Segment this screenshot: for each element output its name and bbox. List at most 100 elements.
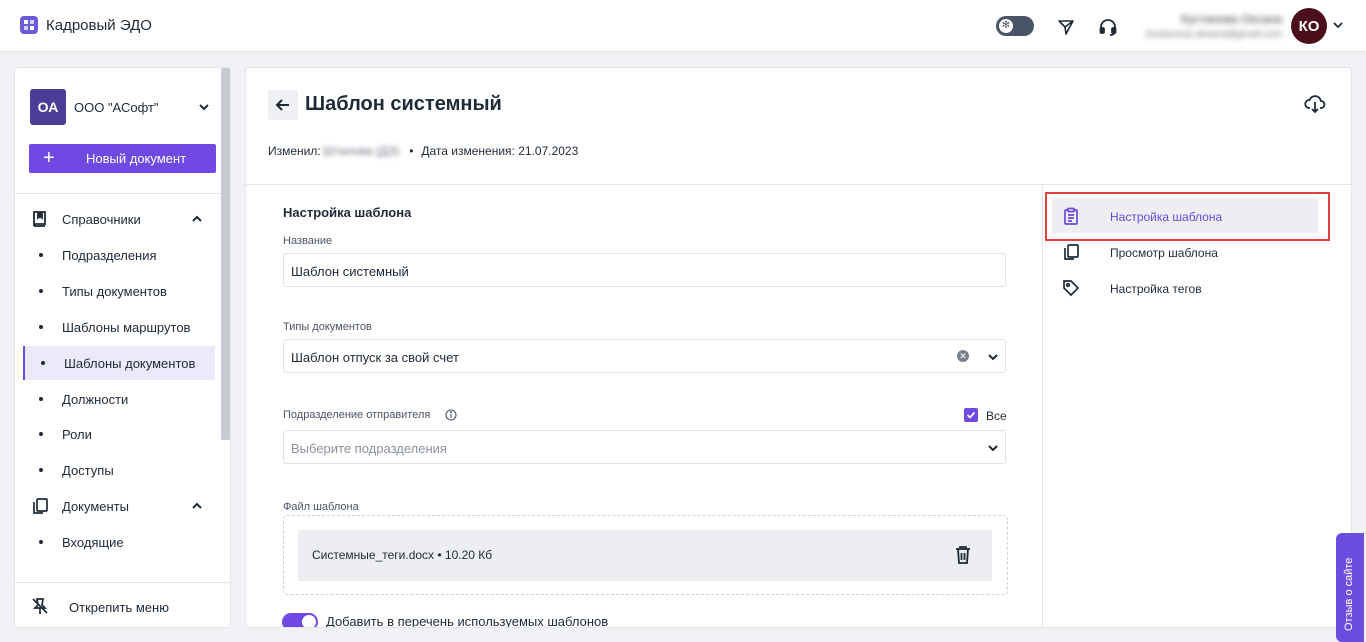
sender-dept-select[interactable]: Выберите подразделения	[283, 430, 1006, 464]
unpin-icon	[32, 598, 48, 614]
main-panel: Шаблон системный Изменил: Шталова (ДЗ) •…	[245, 67, 1352, 628]
sidebar-item-label: Должности	[62, 392, 129, 407]
documents-icon	[1064, 244, 1079, 260]
avatar[interactable]: КО	[1291, 8, 1327, 44]
user-email: kustanova.oksana@gmail.com	[1146, 29, 1283, 40]
feedback-button[interactable]: Отзыв о сайте	[1336, 533, 1364, 642]
top-bar: Кадровый ЭДО ✻ Кустанова Оксана kustanov…	[0, 0, 1366, 52]
sidebar-item-label: Доступы	[62, 463, 114, 478]
bullet	[39, 540, 43, 544]
add-to-list-toggle[interactable]	[282, 613, 318, 627]
all-checkbox[interactable]	[964, 408, 978, 422]
app-logo-icon	[20, 16, 38, 34]
changed-by-label: Изменил:	[268, 144, 321, 158]
sidebar-item-label: Подразделения	[62, 248, 157, 263]
send-icon[interactable]	[1055, 16, 1077, 38]
headset-icon[interactable]	[1097, 16, 1119, 38]
org-switcher[interactable]: ОА ООО "АСофт"	[30, 89, 194, 125]
add-to-list-label: Добавить в перечень используемых шаблоно…	[326, 614, 609, 628]
sidebar: ОА ООО "АСофт" + Новый документ Справочн…	[14, 67, 231, 628]
sidebar-item-label: Типы документов	[62, 284, 167, 299]
chevron-down-icon[interactable]	[198, 101, 210, 113]
sidebar-item-label: Шаблоны документов	[64, 356, 196, 371]
tag-icon	[1063, 280, 1080, 297]
name-label: Название	[283, 235, 333, 247]
nav-group-reference[interactable]: Справочники	[15, 202, 230, 236]
sidebar-item-route-templates[interactable]: Шаблоны маршрутов	[23, 310, 215, 344]
changed-by-value: Шталова (ДЗ)	[322, 144, 400, 158]
name-value: Шаблон системный	[291, 264, 409, 279]
nav-group-label: Документы	[62, 499, 130, 514]
page-title: Шаблон системный	[305, 93, 502, 115]
feedback-label: Отзыв о сайте	[1343, 557, 1355, 631]
bullet	[41, 361, 45, 365]
tab-tag-settings[interactable]: Настройка тегов	[1052, 271, 1318, 305]
sidebar-item-roles[interactable]: Роли	[23, 417, 215, 451]
chevron-up-icon	[192, 215, 202, 222]
file-label: Файл шаблона	[283, 501, 359, 513]
sidebar-item-label: Шаблоны маршрутов	[62, 320, 191, 335]
doc-types-value: Шаблон отпуск за свой счет	[291, 350, 459, 365]
plus-icon: +	[43, 147, 55, 169]
nav-group-label: Справочники	[62, 212, 141, 227]
snowflake-icon: ✻	[999, 19, 1013, 33]
meta-separator: •	[409, 144, 414, 158]
sidebar-item-label: Входящие	[62, 535, 124, 550]
page-meta: Изменил: Шталова (ДЗ) • Дата изменения: …	[268, 144, 578, 158]
tab-label: Просмотр шаблона	[1110, 246, 1218, 260]
sidebar-item-label: Роли	[62, 427, 92, 442]
book-icon	[33, 211, 46, 227]
chevron-down-icon[interactable]	[987, 442, 999, 454]
org-name: ООО "АСофт"	[74, 99, 159, 115]
bullet	[39, 289, 43, 293]
nav-group-documents[interactable]: Документы	[15, 489, 230, 523]
sender-dept-placeholder: Выберите подразделения	[291, 441, 447, 456]
theme-toggle[interactable]: ✻	[996, 16, 1034, 36]
chevron-down-icon[interactable]	[987, 351, 999, 363]
file-dropzone[interactable]: Системные_теги.docx • 10.20 Кб	[283, 515, 1008, 595]
cloud-download-icon[interactable]	[1304, 93, 1326, 115]
user-name[interactable]: Кустанова Оксана	[1150, 12, 1282, 26]
info-icon[interactable]	[445, 409, 457, 421]
section-title: Настройка шаблона	[283, 205, 412, 220]
org-badge: ОА	[30, 89, 66, 125]
bullet	[39, 253, 43, 257]
app-title: Кадровый ЭДО	[46, 16, 152, 34]
brand[interactable]: Кадровый ЭДО	[20, 16, 152, 34]
file-card: Системные_теги.docx • 10.20 Кб	[298, 530, 992, 581]
bullet	[39, 468, 43, 472]
bullet	[39, 397, 43, 401]
chevron-down-icon[interactable]	[1331, 18, 1345, 32]
doc-types-select[interactable]: Шаблон отпуск за свой счет ✕	[283, 339, 1006, 373]
arrow-left-icon	[275, 99, 289, 111]
back-button[interactable]	[268, 90, 298, 120]
highlight-box	[1045, 192, 1330, 241]
divider	[15, 193, 230, 194]
chevron-up-icon	[192, 502, 202, 509]
change-date: Дата изменения: 21.07.2023	[421, 144, 579, 158]
file-name[interactable]: Системные_теги.docx • 10.20 Кб	[312, 548, 492, 562]
divider	[1042, 185, 1043, 627]
sidebar-item-access[interactable]: Доступы	[23, 453, 215, 487]
name-field[interactable]: Шаблон системный	[283, 253, 1006, 287]
trash-icon[interactable]	[954, 545, 972, 565]
new-document-label: Новый документ	[86, 151, 187, 166]
bullet	[39, 432, 43, 436]
bullet	[39, 325, 43, 329]
unpin-menu-button[interactable]: Открепить меню	[15, 582, 230, 627]
new-document-button[interactable]: + Новый документ	[29, 144, 216, 173]
sender-dept-label: Подразделение отправителя	[283, 409, 431, 421]
documents-icon	[33, 498, 48, 514]
sidebar-item-document-templates[interactable]: Шаблоны документов	[23, 346, 215, 380]
divider	[246, 184, 1351, 185]
check-icon	[966, 411, 976, 419]
clear-icon[interactable]: ✕	[957, 350, 969, 362]
sidebar-item-departments[interactable]: Подразделения	[23, 238, 215, 272]
sidebar-scrollbar[interactable]	[221, 68, 230, 440]
all-checkbox-label: Все	[986, 409, 1007, 423]
sidebar-item-positions[interactable]: Должности	[23, 382, 215, 416]
toggle-knob	[302, 615, 316, 627]
sidebar-item-incoming[interactable]: Входящие	[23, 525, 215, 559]
unpin-menu-label: Открепить меню	[69, 600, 169, 615]
sidebar-item-document-types[interactable]: Типы документов	[23, 274, 215, 308]
